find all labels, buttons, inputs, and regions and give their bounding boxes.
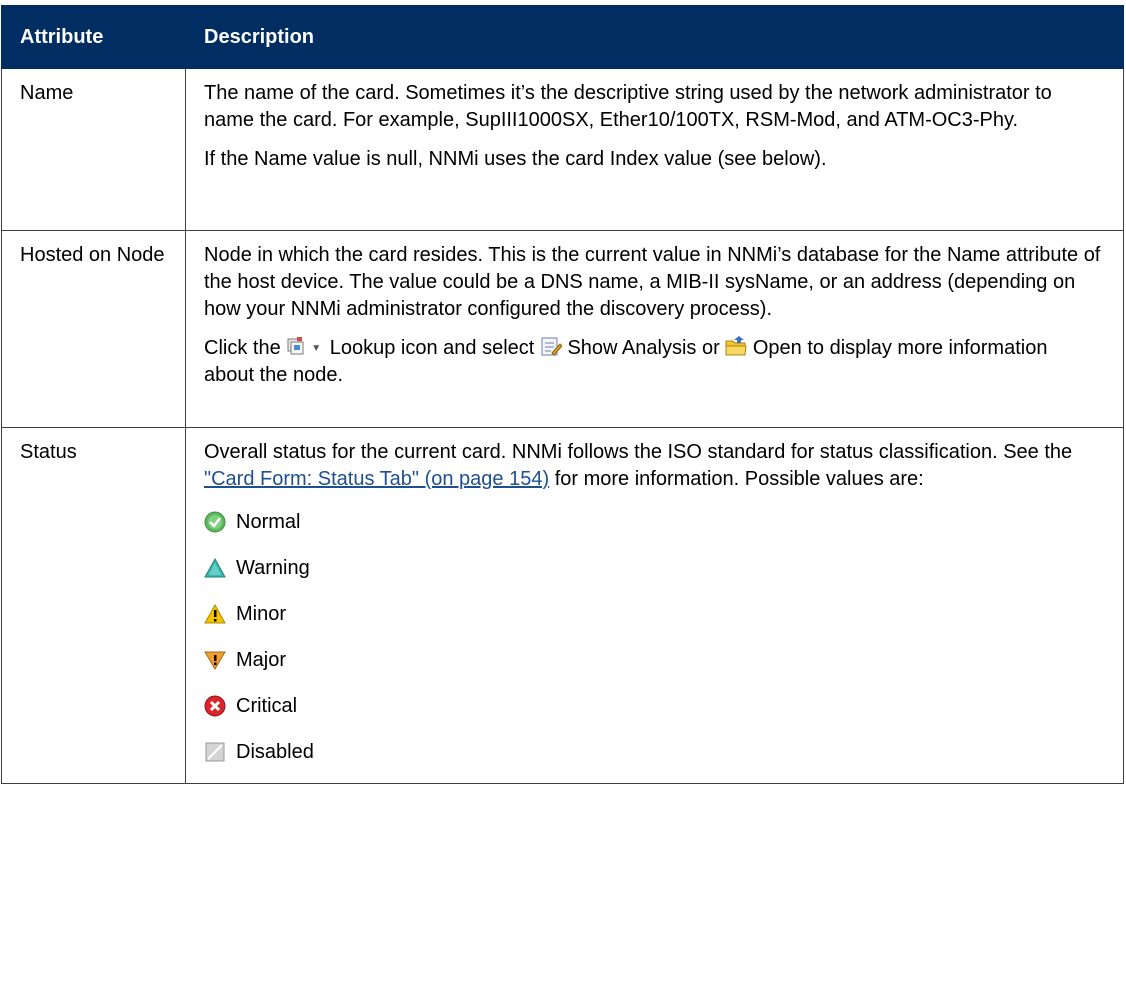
status-label-warning: Warning: [236, 556, 310, 579]
status-label-major: Major: [236, 648, 287, 671]
status-value-minor: Minor: [204, 599, 1103, 629]
table-row-name: Name The name of the card. Sometimes it’…: [1, 68, 1124, 231]
status-value-major: Major: [204, 645, 1103, 675]
show-analysis-icon: [540, 335, 563, 357]
table-row-hosted-on-node: Hosted on Node Node in which the card re…: [1, 230, 1124, 428]
show-analysis-text: Show Analysis or: [567, 337, 720, 359]
click-the-text: Click the: [204, 337, 281, 359]
disabled-status-icon: [204, 741, 226, 763]
status-value-disabled: Disabled: [204, 737, 1103, 767]
table-row-status: Status Overall status for the current ca…: [1, 427, 1124, 784]
attribute-header: Attribute: [1, 5, 186, 69]
name-description-paragraph: The name of the card. Sometimes it’s the…: [204, 82, 1052, 131]
lookup-icon: [286, 335, 308, 357]
name-null-paragraph: If the Name value is null, NNMi uses the…: [204, 148, 827, 170]
attribute-cell-name: Name: [1, 68, 186, 231]
major-status-icon: [204, 649, 226, 671]
status-description-paragraph: Overall status for the current card. NNM…: [204, 439, 1103, 493]
description-cell-name: The name of the card. Sometimes it’s the…: [185, 68, 1124, 231]
warning-status-icon: [204, 557, 226, 579]
hosted-lookup-paragraph: Click the ▼ Lookup icon and select Show …: [204, 335, 1103, 389]
status-label-minor: Minor: [236, 602, 287, 625]
lookup-icon-text: Lookup icon and select: [329, 337, 535, 359]
description-header: Description: [185, 5, 1124, 69]
open-icon: [725, 335, 747, 357]
status-label-critical: Critical: [236, 694, 298, 717]
header-row: Attribute Description: [1, 5, 1124, 69]
status-label-disabled: Disabled: [236, 740, 314, 763]
status-label-normal: Normal: [236, 510, 301, 533]
hosted-description-paragraph: Node in which the card resides. This is …: [204, 244, 1101, 320]
critical-status-icon: [204, 695, 226, 717]
status-value-warning: Warning: [204, 553, 1103, 583]
description-cell-status: Overall status for the current card. NNM…: [185, 427, 1124, 784]
attribute-cell-status: Status: [1, 427, 186, 784]
normal-status-icon: [204, 511, 226, 533]
description-cell-hosted-on-node: Node in which the card resides. This is …: [185, 230, 1124, 428]
card-form-status-tab-link[interactable]: "Card Form: Status Tab" (on page 154): [204, 468, 549, 490]
dropdown-arrow-icon: ▼: [311, 343, 322, 354]
status-description-text: Overall status for the current card. NNM…: [204, 441, 1073, 463]
attribute-table: Attribute Description Name The name of t…: [1, 5, 1124, 784]
minor-status-icon: [204, 603, 226, 625]
status-value-normal: Normal: [204, 507, 1103, 537]
status-value-critical: Critical: [204, 691, 1103, 721]
attribute-cell-hosted-on-node: Hosted on Node: [1, 230, 186, 428]
status-description-text-2: for more information. Possible values ar…: [554, 468, 924, 490]
